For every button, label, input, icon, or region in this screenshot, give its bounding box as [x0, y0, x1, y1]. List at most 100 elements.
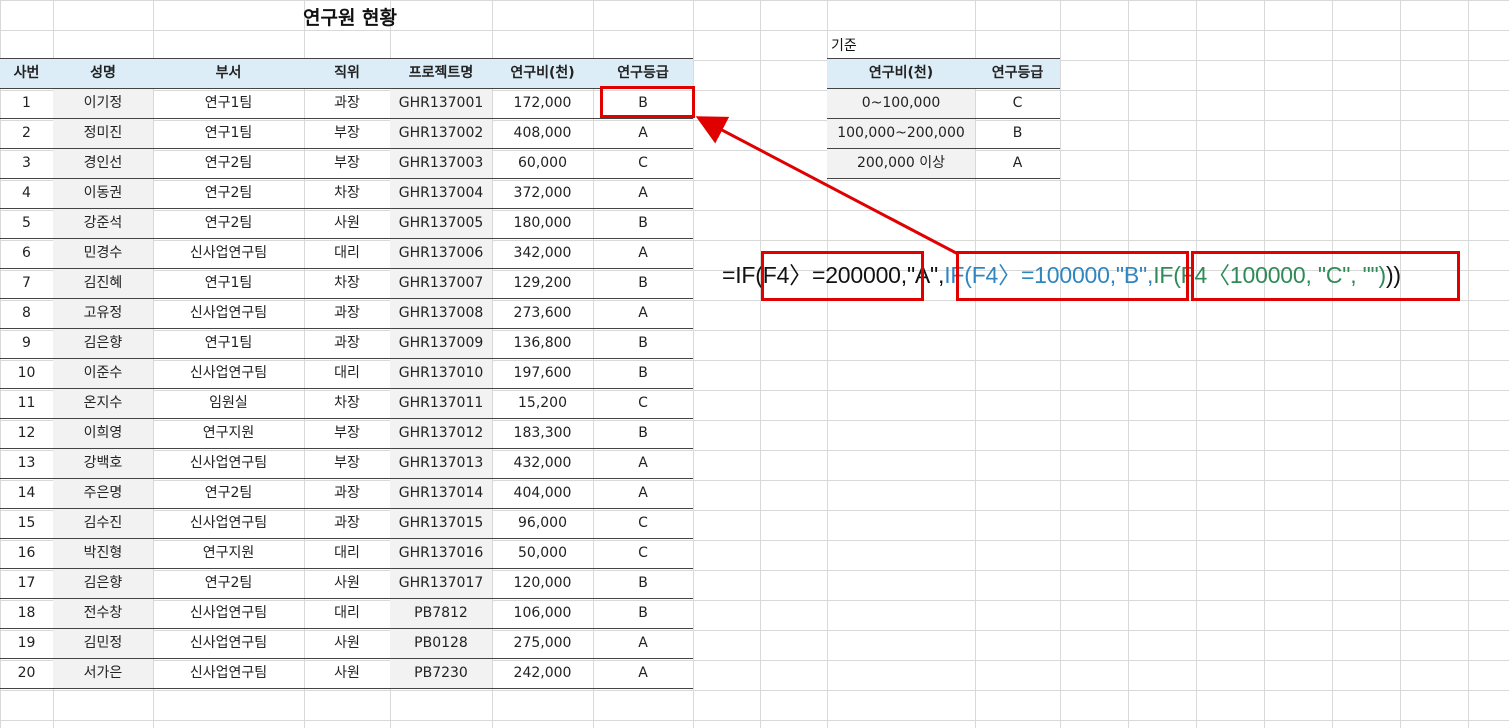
table-cell: 20	[0, 658, 53, 689]
table-cell: 사원	[304, 658, 390, 689]
table-cell: GHR137016	[390, 538, 492, 569]
table-cell: 180,000	[492, 208, 593, 239]
criteria-header-row: 연구비(천) 연구등급	[827, 58, 1060, 89]
table-cell: 전수창	[53, 598, 153, 629]
table-cell: 129,200	[492, 268, 593, 299]
table-cell: B	[593, 358, 693, 389]
table-cell: 신사업연구팀	[153, 238, 304, 269]
table-row: 20 서가은 신사업연구팀 사원 PB7230 242,000 A	[0, 658, 693, 689]
column-header: 성명	[53, 58, 153, 89]
table-cell: GHR137004	[390, 178, 492, 209]
criteria-table: 연구비(천) 연구등급 0~100,000 C 100,000~200,000 B 200…	[827, 58, 1060, 179]
table-cell: 연구2팀	[153, 178, 304, 209]
table-cell: 신사업연구팀	[153, 658, 304, 689]
criteria-column-header: 연구등급	[975, 58, 1060, 89]
table-cell: 404,000	[492, 478, 593, 509]
formula-box-2	[956, 251, 1189, 301]
table-row: 17 김은향 연구2팀 사원 GHR137017 120,000 B	[0, 568, 693, 599]
criteria-cell: B	[975, 118, 1060, 149]
table-cell: 신사업연구팀	[153, 598, 304, 629]
table-cell: GHR137003	[390, 148, 492, 179]
criteria-cell: A	[975, 148, 1060, 179]
table-cell: 9	[0, 328, 53, 359]
table-cell: GHR137007	[390, 268, 492, 299]
table-cell: 342,000	[492, 238, 593, 269]
criteria-cell: 100,000~200,000	[827, 118, 975, 149]
criteria-row: 100,000~200,000 B	[827, 118, 1060, 149]
table-cell: GHR137008	[390, 298, 492, 329]
table-cell: GHR137017	[390, 568, 492, 599]
table-cell: 12	[0, 418, 53, 449]
table-cell: 과장	[304, 328, 390, 359]
table-cell: 13	[0, 448, 53, 479]
table-cell: 정미진	[53, 118, 153, 149]
table-cell: 사원	[304, 628, 390, 659]
table-cell: GHR137014	[390, 478, 492, 509]
table-cell: B	[593, 598, 693, 629]
table-cell: B	[593, 208, 693, 239]
table-cell: 이준수	[53, 358, 153, 389]
table-cell: 사원	[304, 208, 390, 239]
table-row: 5 강준석 연구2팀 사원 GHR137005 180,000 B	[0, 208, 693, 239]
table-cell: 김은향	[53, 568, 153, 599]
table-cell: C	[593, 538, 693, 569]
table-cell: A	[593, 178, 693, 209]
criteria-cell: 0~100,000	[827, 88, 975, 119]
table-cell: 연구2팀	[153, 568, 304, 599]
table-cell: PB7230	[390, 658, 492, 689]
column-header: 연구등급	[593, 58, 693, 89]
table-row: 16 박진형 연구지원 대리 GHR137016 50,000 C	[0, 538, 693, 569]
table-cell: 106,000	[492, 598, 593, 629]
table-cell: 강백호	[53, 448, 153, 479]
table-cell: 3	[0, 148, 53, 179]
table-cell: A	[593, 478, 693, 509]
table-cell: 이기정	[53, 88, 153, 119]
table-cell: 6	[0, 238, 53, 269]
table-cell: A	[593, 658, 693, 689]
table-cell: B	[593, 328, 693, 359]
table-cell: GHR137011	[390, 388, 492, 419]
table-cell: 50,000	[492, 538, 593, 569]
table-cell: A	[593, 298, 693, 329]
header-row: 사번 성명 부서 직위 프로젝트명 연구비(천) 연구등급	[0, 58, 693, 89]
table-cell: 과장	[304, 478, 390, 509]
table-cell: 과장	[304, 298, 390, 329]
table-row: 8 고유정 신사업연구팀 과장 GHR137008 273,600 A	[0, 298, 693, 329]
table-cell: GHR137005	[390, 208, 492, 239]
table-cell: 대리	[304, 538, 390, 569]
criteria-label: 기준	[831, 38, 857, 54]
table-cell: 김수진	[53, 508, 153, 539]
table-cell: 연구2팀	[153, 478, 304, 509]
researcher-table: 사번 성명 부서 직위 프로젝트명 연구비(천) 연구등급 1 이기정 연구1팀 과장 GHR137…	[0, 58, 693, 689]
table-row: 14 주은명 연구2팀 과장 GHR137014 404,000 A	[0, 478, 693, 509]
column-header: 사번	[0, 58, 53, 89]
table-cell: A	[593, 448, 693, 479]
column-header: 연구비(천)	[492, 58, 593, 89]
table-cell: GHR137010	[390, 358, 492, 389]
table-cell: 60,000	[492, 148, 593, 179]
table-cell: 대리	[304, 358, 390, 389]
table-cell: 경인선	[53, 148, 153, 179]
table-row: 1 이기정 연구1팀 과장 GHR137001 172,000 B	[0, 88, 693, 119]
table-cell: 275,000	[492, 628, 593, 659]
table-cell: 부장	[304, 418, 390, 449]
table-cell: 강준석	[53, 208, 153, 239]
table-cell: 서가은	[53, 658, 153, 689]
table-cell: 부장	[304, 448, 390, 479]
table-cell: 김은향	[53, 328, 153, 359]
table-cell: 연구1팀	[153, 88, 304, 119]
table-cell: A	[593, 118, 693, 149]
table-cell: 연구1팀	[153, 328, 304, 359]
table-cell: GHR137012	[390, 418, 492, 449]
table-cell: 2	[0, 118, 53, 149]
table-row: 9 김은향 연구1팀 과장 GHR137009 136,800 B	[0, 328, 693, 359]
table-cell: 연구지원	[153, 418, 304, 449]
table-cell: 408,000	[492, 118, 593, 149]
criteria-cell: C	[975, 88, 1060, 119]
table-cell: 김민정	[53, 628, 153, 659]
table-cell: 온지수	[53, 388, 153, 419]
table-cell: 박진형	[53, 538, 153, 569]
table-cell: 7	[0, 268, 53, 299]
table-cell: 부장	[304, 118, 390, 149]
criteria-column-header: 연구비(천)	[827, 58, 975, 89]
